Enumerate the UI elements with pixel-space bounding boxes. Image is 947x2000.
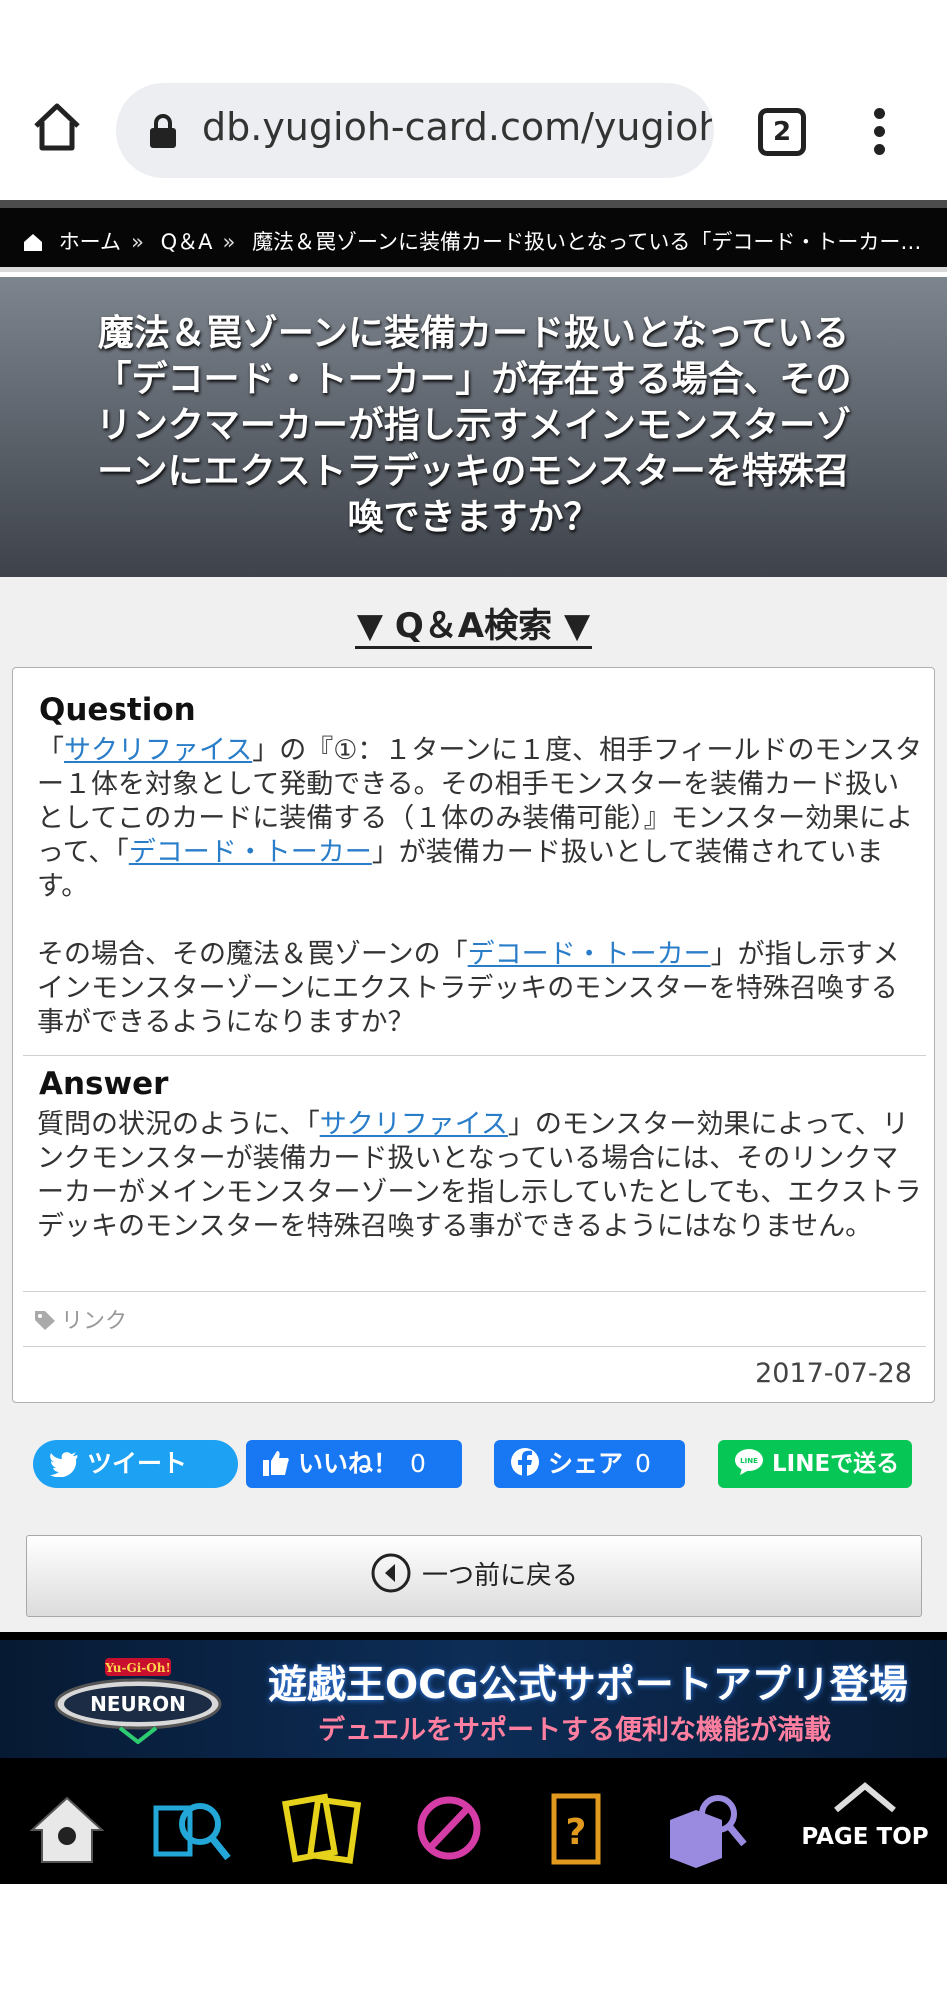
svg-text:Yu-Gi-Oh!: Yu-Gi-Oh!: [104, 1661, 170, 1675]
qa-search-toggle[interactable]: ▼ Q＆A検索 ▼: [0, 598, 947, 649]
tweet-button[interactable]: ツイート: [33, 1440, 238, 1488]
answer-heading: Answer: [39, 1066, 169, 1102]
line-share-button[interactable]: LINE LINEで送る: [718, 1440, 912, 1488]
more-menu-icon[interactable]: [864, 108, 894, 156]
nav-deck-icon[interactable]: [276, 1786, 366, 1870]
card-link-decode-talker[interactable]: デコード・トーカー: [129, 837, 372, 868]
question-text: その場合、その魔法＆罠ゾーンの「: [37, 939, 468, 970]
nav-product-search-icon[interactable]: [662, 1786, 752, 1870]
page-top-label[interactable]: PAGE TOP: [800, 1824, 930, 1850]
page-title: 魔法＆罠ゾーンに装備カード扱いとなっている「デコード・トーカー」が存在する場合、…: [0, 277, 947, 577]
divider: [23, 1291, 926, 1292]
divider: [23, 1055, 926, 1056]
question-heading: Question: [39, 692, 196, 728]
banner-title: 遊戯王OCG公式サポートアプリ登場: [268, 1663, 908, 1708]
answer-paragraph: 質問の状況のように、「サクリファイス」のモンスター効果によって、リンクモンスター…: [37, 1108, 922, 1244]
qa-date: 2017-07-28: [755, 1358, 912, 1389]
url-text: db.yugioh-card.com/yugiohdb/faq_search.a…: [202, 105, 712, 149]
qa-search-label[interactable]: ▼ Q＆A検索 ▼: [354, 606, 593, 649]
yugioh-neuron-logo: Yu-Gi-Oh! NEURON: [54, 1658, 222, 1744]
facebook-share-count: 0: [635, 1449, 651, 1478]
nav-card-search-icon[interactable]: [148, 1786, 238, 1870]
tag-icon: [35, 1311, 55, 1330]
address-bar[interactable]: db.yugioh-card.com/yugiohdb/faq_search.a…: [116, 83, 714, 178]
breadcrumb: ホーム » Q＆A » 魔法＆罠ゾーンに装備カード扱いとなっている「デコード・トーカ…: [0, 200, 947, 272]
nav-home-icon[interactable]: [22, 1786, 112, 1870]
page-top-button[interactable]: PAGE TOP: [800, 1780, 930, 1870]
like-button[interactable]: いいね！ 0: [246, 1440, 462, 1488]
breadcrumb-separator: »: [222, 230, 236, 254]
back-circle-icon: [371, 1553, 411, 1593]
question-paragraph-2: その場合、その魔法＆罠ゾーンの「デコード・トーカー」が指し示すメインモンスターゾ…: [37, 938, 922, 1040]
line-icon: LINE: [735, 1449, 763, 1475]
facebook-share-label[interactable]: シェア: [548, 1449, 623, 1478]
tweet-label[interactable]: ツイート: [87, 1449, 187, 1478]
twitter-bird-icon: [50, 1452, 78, 1477]
divider: [23, 1346, 926, 1347]
breadcrumb-home[interactable]: ホーム: [59, 226, 121, 256]
nav-forbidden-list-icon[interactable]: [404, 1786, 494, 1870]
card-link-sacrifice[interactable]: サクリファイス: [64, 735, 252, 766]
card-link-sacrifice[interactable]: サクリファイス: [320, 1109, 508, 1140]
svg-text:?: ?: [566, 1812, 587, 1853]
like-count: 0: [410, 1449, 426, 1478]
svg-text:LINE: LINE: [740, 1457, 758, 1465]
breadcrumb-separator: »: [131, 230, 144, 254]
breadcrumb-home-icon: [24, 234, 42, 251]
back-button-label[interactable]: 一つ前に戻る: [422, 1561, 578, 1591]
question-paragraph-1: 「サクリファイス」の『①：１ターンに１度、相手フィールドのモンスター１体を対象と…: [37, 734, 922, 904]
answer-text: 質問の状況のように、「: [37, 1109, 320, 1140]
bottom-navigation: ? PAGE TOP: [0, 1770, 947, 1884]
nav-faq-icon[interactable]: ?: [532, 1786, 622, 1870]
facebook-icon: [511, 1448, 539, 1477]
tag-link[interactable]: リンク: [33, 1303, 127, 1335]
tag-label[interactable]: リンク: [61, 1309, 127, 1334]
banner-subtitle: デュエルをサポートする便利な機能が満載: [318, 1715, 831, 1746]
facebook-share-button[interactable]: シェア 0: [494, 1440, 685, 1488]
browser-toolbar: db.yugioh-card.com/yugiohdb/faq_search.a…: [0, 0, 947, 200]
neuron-app-banner[interactable]: Yu-Gi-Oh! NEURON 遊戯王OCG公式サポートアプリ登場 デュエルを…: [0, 1640, 947, 1758]
like-label[interactable]: いいね！: [298, 1449, 398, 1478]
svg-text:NEURON: NEURON: [90, 1692, 186, 1716]
lock-icon: [150, 114, 176, 148]
line-share-label[interactable]: LINEで送る: [772, 1451, 899, 1477]
back-button[interactable]: 一つ前に戻る: [26, 1535, 922, 1617]
thumbs-up-icon: [263, 1451, 289, 1476]
question-text: 「: [37, 735, 64, 766]
qa-card: Question 「サクリファイス」の『①：１ターンに１度、相手フィールドのモン…: [12, 667, 935, 1403]
home-icon[interactable]: [30, 100, 84, 154]
breadcrumb-qa[interactable]: Q＆A: [161, 226, 213, 256]
chevron-up-icon: [834, 1782, 896, 1813]
breadcrumb-current: 魔法＆罠ゾーンに装備カード扱いとなっている「デコード・トーカー…: [252, 230, 922, 254]
tab-count-button[interactable]: 2: [758, 108, 806, 156]
card-link-decode-talker[interactable]: デコード・トーカー: [468, 939, 711, 970]
